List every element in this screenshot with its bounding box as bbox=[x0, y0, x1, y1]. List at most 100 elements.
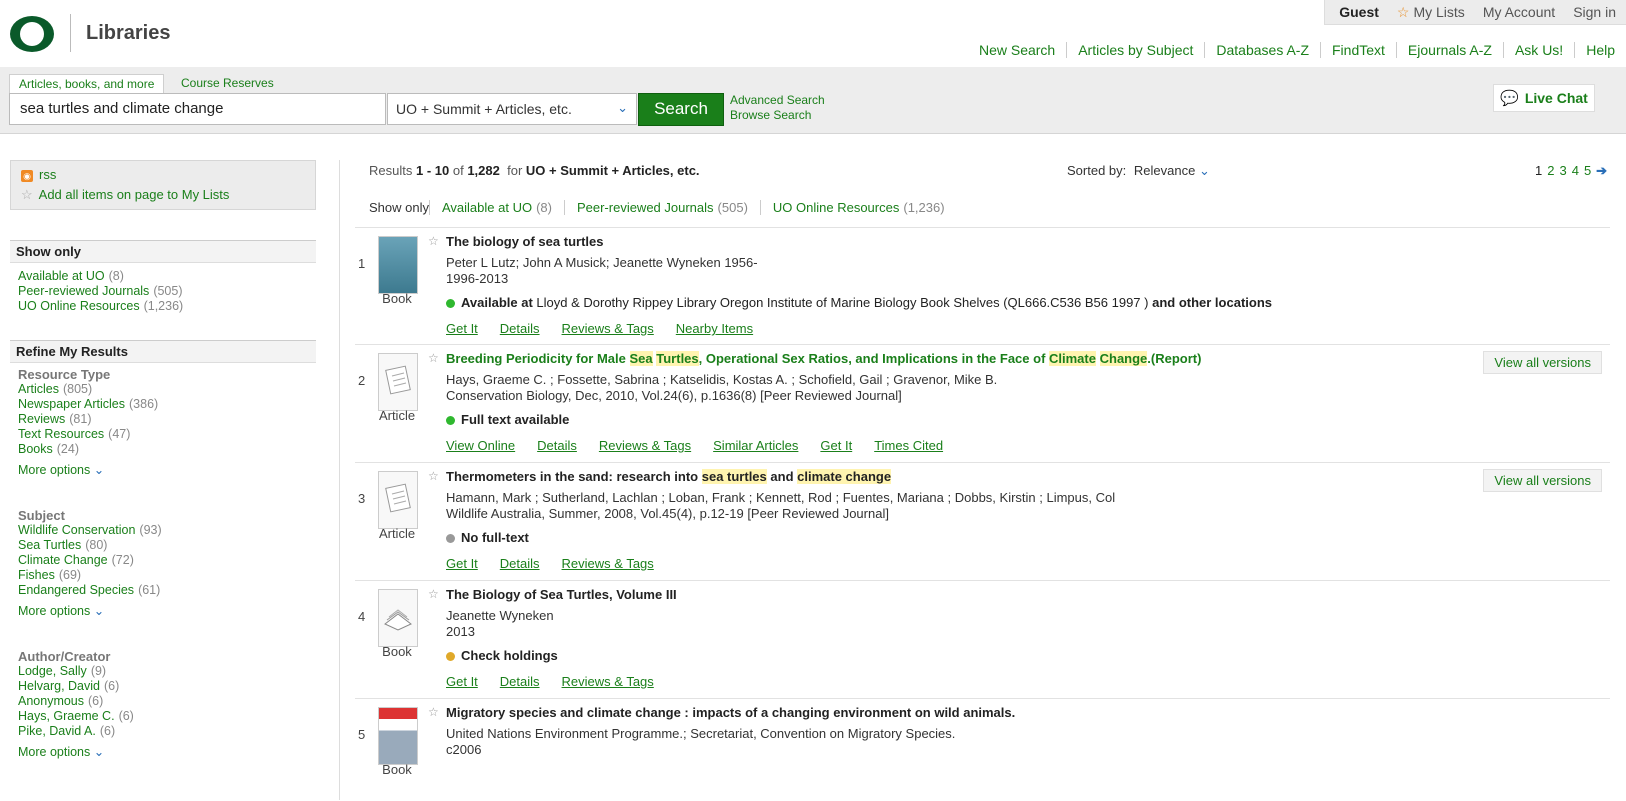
facet-title: Subject bbox=[18, 508, 65, 523]
facet-item[interactable]: Climate Change bbox=[18, 553, 108, 567]
filter-available-uo[interactable]: Available at UO (8) bbox=[428, 200, 564, 215]
view-all-versions-button[interactable]: View all versions bbox=[1483, 351, 1602, 374]
result-type: Article bbox=[378, 408, 416, 423]
facet-item[interactable]: Text Resources bbox=[18, 427, 104, 441]
show-only-heading: Show only bbox=[10, 240, 316, 263]
reviews-tags-link[interactable]: Reviews & Tags bbox=[562, 674, 654, 689]
facet-item[interactable]: Newspaper Articles bbox=[18, 397, 125, 411]
page-link[interactable]: 2 bbox=[1547, 163, 1554, 178]
nav-help[interactable]: Help bbox=[1574, 42, 1626, 58]
more-options-link[interactable]: More options ⌄ bbox=[18, 745, 308, 760]
page-link[interactable]: 4 bbox=[1572, 163, 1579, 178]
advanced-search-link[interactable]: Advanced Search bbox=[730, 93, 825, 108]
more-options-link[interactable]: More options ⌄ bbox=[18, 604, 308, 619]
facet-available-uo[interactable]: Available at UO bbox=[18, 269, 105, 283]
facet-item[interactable]: Pike, David A. bbox=[18, 724, 96, 738]
star-icon[interactable]: ☆ bbox=[428, 234, 439, 248]
facet-item[interactable]: Reviews bbox=[18, 412, 65, 426]
uo-logo-icon[interactable] bbox=[8, 14, 56, 54]
star-icon[interactable]: ☆ bbox=[428, 587, 439, 601]
rss-box: ◉ rss ☆ Add all items on page to My Lists bbox=[10, 160, 316, 210]
search-button[interactable]: Search bbox=[638, 93, 724, 126]
result-item: 5 Book ☆ Migratory species and climate c… bbox=[355, 698, 1610, 801]
article-thumbnail-icon[interactable] bbox=[378, 471, 418, 529]
get-it-link[interactable]: Get It bbox=[446, 556, 478, 571]
nearby-items-link[interactable]: Nearby Items bbox=[676, 321, 753, 336]
book-cover-thumbnail[interactable] bbox=[378, 236, 418, 294]
result-type: Book bbox=[382, 762, 412, 777]
reviews-tags-link[interactable]: Reviews & Tags bbox=[562, 321, 654, 336]
result-authors: Hays, Graeme C. ; Fossette, Sabrina ; Ka… bbox=[446, 372, 998, 387]
page-link[interactable]: 3 bbox=[1559, 163, 1566, 178]
library-name[interactable]: Libraries bbox=[86, 22, 170, 45]
facet-item[interactable]: Wildlife Conservation bbox=[18, 523, 135, 537]
similar-articles-link[interactable]: Similar Articles bbox=[713, 438, 798, 453]
sort-select[interactable]: Relevance ⌄ bbox=[1134, 163, 1210, 178]
filter-peer-reviewed[interactable]: Peer-reviewed Journals (505) bbox=[563, 200, 760, 215]
facet-title: Resource Type bbox=[18, 367, 111, 382]
nav-new-search[interactable]: New Search bbox=[968, 42, 1066, 58]
facet-item[interactable]: Lodge, Sally bbox=[18, 664, 87, 678]
result-source: Wildlife Australia, Summer, 2008, Vol.45… bbox=[446, 506, 889, 521]
facet-item[interactable]: Books bbox=[18, 442, 53, 456]
my-account-link[interactable]: My Account bbox=[1483, 4, 1555, 20]
details-link[interactable]: Details bbox=[500, 321, 540, 336]
result-number: 3 bbox=[358, 491, 366, 506]
more-options-link[interactable]: More options ⌄ bbox=[18, 463, 308, 478]
facet-item[interactable]: Articles bbox=[18, 382, 59, 396]
search-input[interactable]: sea turtles and climate change bbox=[9, 93, 386, 125]
result-authors: Jeanette Wyneken bbox=[446, 608, 554, 623]
tab-course-reserves[interactable]: Course Reserves bbox=[172, 74, 283, 92]
article-thumbnail-icon[interactable] bbox=[378, 353, 418, 411]
view-all-versions-button[interactable]: View all versions bbox=[1483, 469, 1602, 492]
add-all-link[interactable]: ☆ Add all items on page to My Lists bbox=[21, 185, 307, 205]
times-cited-link[interactable]: Times Cited bbox=[874, 438, 943, 453]
live-chat-button[interactable]: 💬 Live Chat bbox=[1493, 84, 1595, 112]
star-icon[interactable]: ☆ bbox=[428, 351, 439, 365]
nav-articles-by-subject[interactable]: Articles by Subject bbox=[1066, 42, 1204, 58]
get-it-link[interactable]: Get It bbox=[820, 438, 852, 453]
next-arrow-icon[interactable]: ➔ bbox=[1596, 163, 1607, 178]
details-link[interactable]: Details bbox=[537, 438, 577, 453]
nav-findtext[interactable]: FindText bbox=[1320, 42, 1396, 58]
facet-item[interactable]: Helvarg, David bbox=[18, 679, 100, 693]
result-title[interactable]: The biology of sea turtles bbox=[446, 234, 1272, 250]
nav-databases-az[interactable]: Databases A-Z bbox=[1204, 42, 1320, 58]
page-link[interactable]: 5 bbox=[1584, 163, 1591, 178]
nav-ejournals-az[interactable]: Ejournals A-Z bbox=[1395, 42, 1503, 58]
result-title[interactable]: Thermometers in the sand: research into … bbox=[446, 469, 1115, 485]
details-link[interactable]: Details bbox=[500, 674, 540, 689]
view-online-link[interactable]: View Online bbox=[446, 438, 515, 453]
reviews-tags-link[interactable]: Reviews & Tags bbox=[562, 556, 654, 571]
tab-articles-books[interactable]: Articles, books, and more bbox=[9, 74, 165, 93]
facet-item[interactable]: Hays, Graeme C. bbox=[18, 709, 115, 723]
star-icon[interactable]: ☆ bbox=[428, 469, 439, 483]
facet-group-resource-type: Resource Type Articles (805) Newspaper Ar… bbox=[10, 367, 316, 478]
facet-item[interactable]: Fishes bbox=[18, 568, 55, 582]
details-link[interactable]: Details bbox=[500, 556, 540, 571]
my-lists-link[interactable]: ☆ My Lists bbox=[1397, 4, 1465, 21]
sign-in-link[interactable]: Sign in bbox=[1573, 4, 1616, 20]
result-title[interactable]: Breeding Periodicity for Male Sea Turtle… bbox=[446, 351, 1201, 367]
page-link[interactable]: 1 bbox=[1535, 163, 1542, 178]
get-it-link[interactable]: Get It bbox=[446, 321, 478, 336]
nav-ask-us[interactable]: Ask Us! bbox=[1502, 42, 1574, 58]
get-it-link[interactable]: Get It bbox=[446, 674, 478, 689]
facet-item[interactable]: Anonymous bbox=[18, 694, 84, 708]
book-cover-thumbnail[interactable] bbox=[378, 707, 418, 765]
facet-peer-reviewed[interactable]: Peer-reviewed Journals bbox=[18, 284, 149, 298]
book-thumbnail-icon[interactable] bbox=[378, 589, 418, 647]
result-body: Migratory species and climate change : i… bbox=[446, 705, 1015, 758]
result-title[interactable]: The Biology of Sea Turtles, Volume III bbox=[446, 587, 677, 603]
reviews-tags-link[interactable]: Reviews & Tags bbox=[599, 438, 691, 453]
facet-item[interactable]: Endangered Species bbox=[18, 583, 134, 597]
rss-link[interactable]: ◉ rss bbox=[21, 165, 307, 185]
facet-uo-online[interactable]: UO Online Resources bbox=[18, 299, 140, 313]
filter-uo-online[interactable]: UO Online Resources (1,236) bbox=[759, 200, 957, 215]
star-icon[interactable]: ☆ bbox=[428, 705, 439, 719]
scope-select[interactable]: UO + Summit + Articles, etc. ⌄ bbox=[387, 93, 637, 125]
result-title[interactable]: Migratory species and climate change : i… bbox=[446, 705, 1015, 721]
result-body: The biology of sea turtles Peter L Lutz;… bbox=[446, 234, 1272, 337]
browse-search-link[interactable]: Browse Search bbox=[730, 108, 825, 123]
facet-item[interactable]: Sea Turtles bbox=[18, 538, 81, 552]
